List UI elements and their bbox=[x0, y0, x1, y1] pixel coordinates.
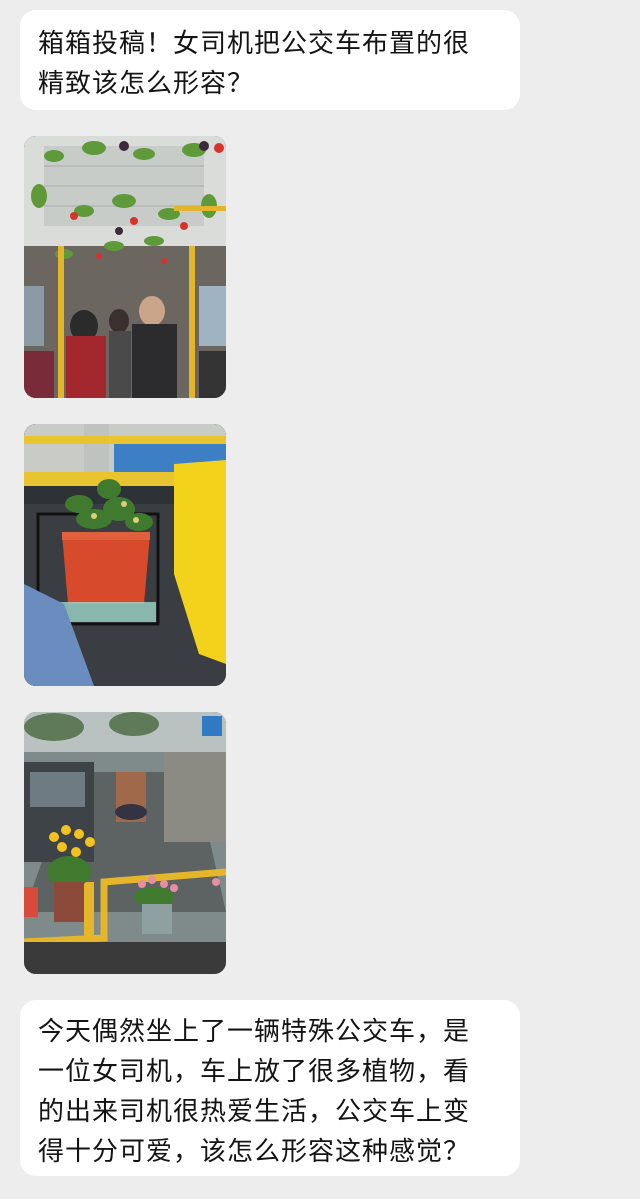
windshield-flowers-street-photo[interactable] bbox=[24, 712, 226, 974]
message-line: 今天偶然坐上了一辆特殊公交车，是 bbox=[38, 1017, 471, 1047]
message-line: 精致该怎么形容？ bbox=[38, 69, 255, 99]
message-line: 一位女司机，车上放了很多植物，看 bbox=[38, 1057, 471, 1087]
message-line: 的出来司机很热爱生活，公交车上变 bbox=[38, 1097, 471, 1127]
potted-plant-on-rail-photo[interactable] bbox=[24, 424, 226, 686]
message-bubble-description[interactable]: 今天偶然坐上了一辆特殊公交车，是 一位女司机，车上放了很多植物，看 的出来司机很… bbox=[20, 1000, 520, 1176]
message-line: 箱箱投稿！女司机把公交车布置的很 bbox=[38, 29, 471, 59]
message-line: 得十分可爱，该怎么形容这种感觉？ bbox=[38, 1137, 471, 1167]
bus-interior-vines-photo[interactable] bbox=[24, 136, 226, 398]
message-bubble-question[interactable]: 箱箱投稿！女司机把公交车布置的很 精致该怎么形容？ bbox=[20, 10, 520, 110]
